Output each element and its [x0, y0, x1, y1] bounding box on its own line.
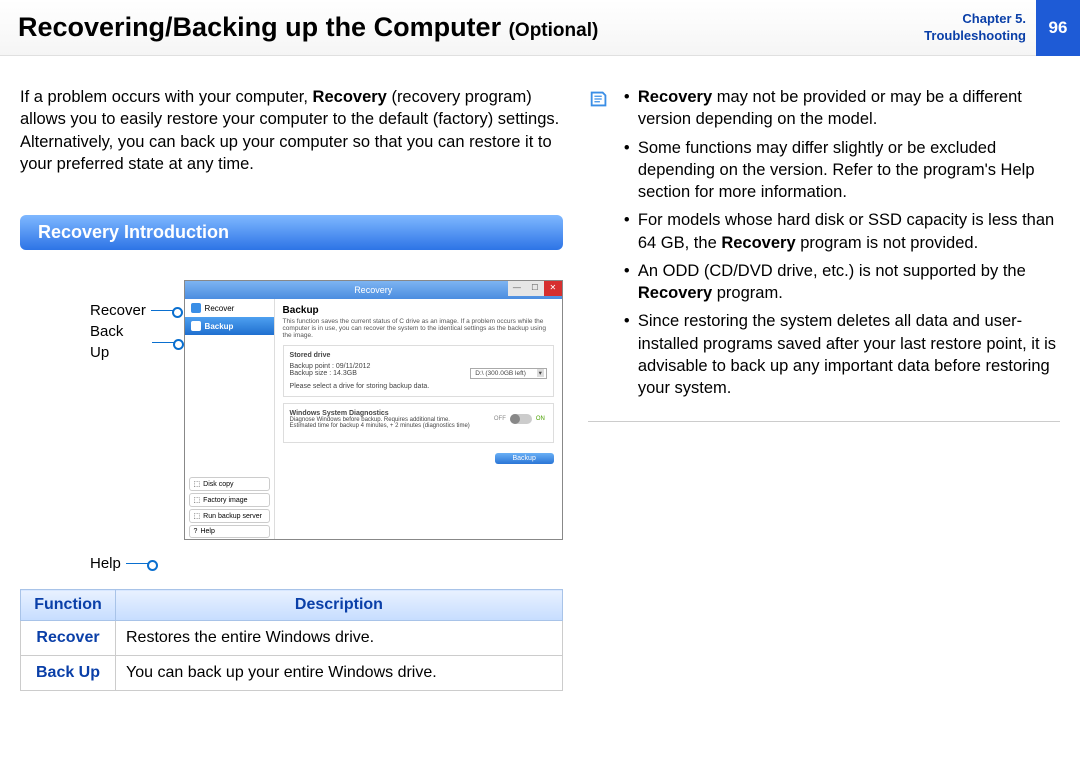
window-controls: — ☐ ✕ [508, 281, 562, 296]
note-icon [588, 88, 610, 116]
backup-icon [191, 321, 201, 331]
screenshot-main: Backup This function saves the current s… [275, 299, 562, 539]
callout-labels: Recover Back Up Help [90, 280, 180, 574]
panel1-title: Stored drive [290, 352, 547, 359]
help-icon: ? [194, 528, 198, 535]
sidebar-item-recover[interactable]: Recover [185, 299, 274, 317]
screenshot-sidebar: Recover Backup ⬚Disk copy ⬚Factory image… [185, 299, 275, 539]
toggle-off-label: OFF [494, 416, 506, 422]
screenshot-group: Recover Back Up Help Recovery — ☐ ✕ Reco… [90, 280, 563, 574]
chapter-line2: Troubleshooting [924, 28, 1026, 44]
sidebar-label: Help [200, 528, 214, 535]
intro-part1: If a problem occurs with your computer, [20, 88, 313, 106]
note-bold: Recovery [638, 88, 712, 106]
left-column: If a problem occurs with your computer, … [20, 86, 563, 691]
note-bold: Recovery [638, 284, 712, 302]
callout-line-icon [151, 310, 179, 311]
cell-fn: Back Up [21, 656, 116, 691]
function-table: Function Description Recover Restores th… [20, 589, 563, 691]
note-item: An ODD (CD/DVD drive, etc.) is not suppo… [620, 260, 1060, 305]
note-item: Recovery may not be provided or may be a… [620, 86, 1060, 131]
cell-fn: Recover [21, 621, 116, 656]
intro-bold1: Recovery [313, 88, 387, 106]
recovery-app-screenshot: Recovery — ☐ ✕ Recover Backup ⬚Disk copy… [184, 280, 563, 540]
title-optional: (Optional) [509, 20, 599, 41]
page-number-badge: 96 [1036, 0, 1080, 56]
note-item: For models whose hard disk or SSD capaci… [620, 209, 1060, 254]
toggle-track-icon [510, 414, 532, 424]
page-header: Recovering/Backing up the Computer (Opti… [0, 0, 1080, 56]
sidebar-item-backup[interactable]: Backup [185, 317, 274, 335]
cell-desc: Restores the entire Windows drive. [116, 621, 563, 656]
server-icon: ⬚ [194, 512, 201, 520]
panel1-line3: Please select a drive for storing backup… [290, 383, 547, 390]
minimize-icon[interactable]: — [508, 281, 526, 296]
note-text: program. [712, 284, 783, 302]
chapter-info: Chapter 5. Troubleshooting [924, 11, 1026, 44]
sidebar-label: Disk copy [203, 481, 233, 488]
note-item: Some functions may differ slightly or be… [620, 137, 1060, 204]
window-title: Recovery [354, 285, 392, 295]
note-text: Some functions may differ slightly or be… [638, 139, 1035, 202]
note-text: An ODD (CD/DVD drive, etc.) is not suppo… [638, 262, 1026, 280]
title-main: Recovering/Backing up the Computer [18, 12, 501, 42]
note-list: Recovery may not be provided or may be a… [620, 86, 1060, 405]
factory-icon: ⬚ [194, 496, 201, 504]
sidebar-label: Recover [205, 304, 235, 313]
sidebar-label: Factory image [203, 497, 247, 504]
sidebar-bottom-factory[interactable]: ⬚Factory image [189, 493, 270, 507]
callout-backup: Back Up [90, 321, 147, 363]
main-heading: Backup [283, 305, 554, 316]
cell-desc: You can back up your entire Windows driv… [116, 656, 563, 691]
sidebar-bottom-help[interactable]: ?Help [189, 525, 270, 538]
recover-icon [191, 303, 201, 313]
sidebar-label: Run backup server [203, 513, 262, 520]
diagnostics-panel: Windows System Diagnostics Diagnose Wind… [283, 403, 554, 443]
table-row: Recover Restores the entire Windows driv… [21, 621, 563, 656]
th-function: Function [21, 590, 116, 621]
note-bold: Recovery [721, 234, 795, 252]
callout-recover: Recover [90, 300, 146, 321]
callout-help: Help [90, 553, 121, 574]
stored-drive-panel: Stored drive Backup point : 09/11/2012 B… [283, 345, 554, 397]
callout-line-icon [152, 342, 180, 343]
note-box: Recovery may not be provided or may be a… [588, 86, 1060, 422]
toggle-on-label: ON [536, 416, 545, 422]
note-text: Since restoring the system deletes all d… [638, 312, 1056, 397]
backup-button[interactable]: Backup [495, 453, 554, 464]
window-titlebar: Recovery — ☐ ✕ [185, 281, 562, 299]
disk-icon: ⬚ [194, 480, 201, 488]
th-description: Description [116, 590, 563, 621]
maximize-icon[interactable]: ☐ [526, 281, 544, 296]
main-desc: This function saves the current status o… [283, 318, 554, 339]
note-item: Since restoring the system deletes all d… [620, 310, 1060, 399]
sidebar-bottom-diskcopy[interactable]: ⬚Disk copy [189, 477, 270, 491]
callout-line-icon [126, 563, 154, 564]
right-column: Recovery may not be provided or may be a… [588, 86, 1060, 691]
chapter-line1: Chapter 5. [924, 11, 1026, 27]
section-heading: Recovery Introduction [20, 215, 563, 250]
intro-paragraph: If a problem occurs with your computer, … [20, 86, 563, 175]
sidebar-label: Backup [205, 322, 234, 331]
note-text: program is not provided. [796, 234, 979, 252]
sidebar-bottom-server[interactable]: ⬚Run backup server [189, 509, 270, 523]
header-right: Chapter 5. Troubleshooting 96 [924, 0, 1080, 56]
drive-dropdown[interactable]: D:\ (300.0GB left) [470, 368, 547, 379]
diagnostics-toggle[interactable]: OFF ON [494, 414, 545, 424]
page-title: Recovering/Backing up the Computer (Opti… [18, 12, 598, 43]
table-row: Back Up You can back up your entire Wind… [21, 656, 563, 691]
close-icon[interactable]: ✕ [544, 281, 562, 296]
